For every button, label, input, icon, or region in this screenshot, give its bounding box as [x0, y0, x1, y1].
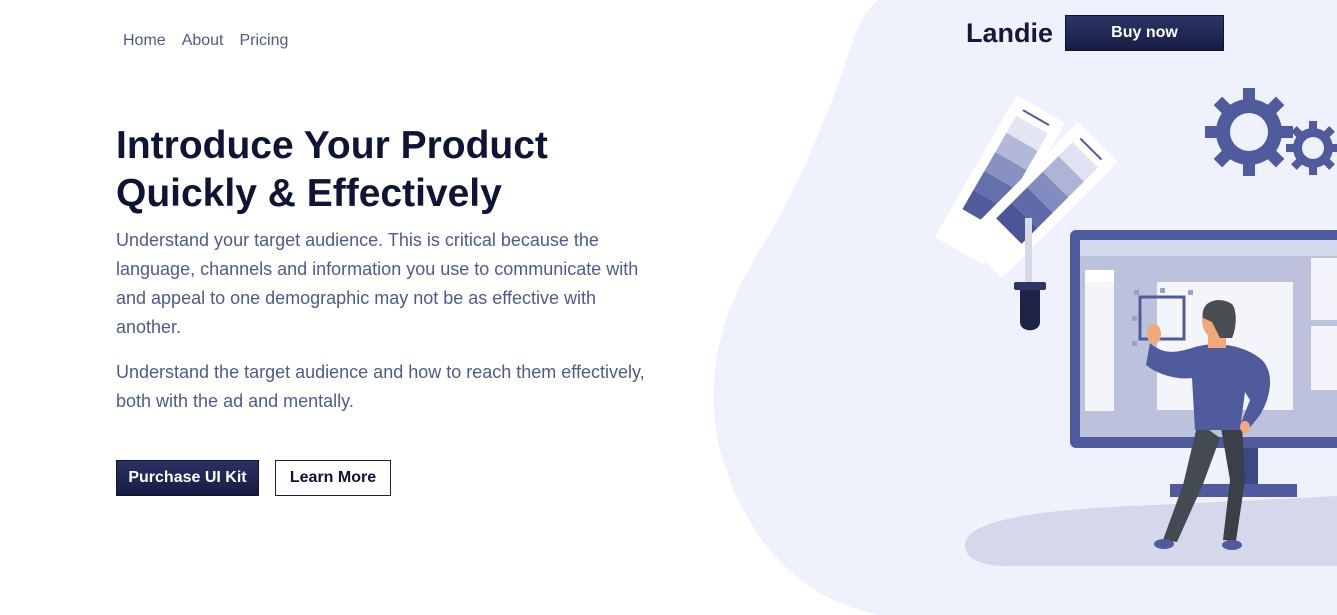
- nav-item-about[interactable]: About: [182, 32, 224, 50]
- nav-item-pricing[interactable]: Pricing: [240, 32, 289, 50]
- gear-icon: [1205, 88, 1337, 176]
- hero-title-line-1: Introduce Your Product: [116, 124, 548, 167]
- nav-item-home[interactable]: Home: [123, 32, 166, 50]
- purchase-ui-kit-button[interactable]: Purchase UI Kit: [116, 460, 259, 496]
- learn-more-button[interactable]: Learn More: [275, 460, 391, 496]
- hero-title-line-2: Quickly & Effectively: [116, 172, 502, 215]
- brand-logo[interactable]: Landie: [966, 18, 1053, 49]
- buy-now-button[interactable]: Buy now: [1065, 15, 1224, 51]
- top-nav: Home About Pricing: [123, 32, 304, 50]
- hero-paragraph-1: Understand your target audience. This is…: [116, 230, 639, 337]
- hero-section: Introduce Your Product Quickly & Effecti…: [116, 122, 676, 416]
- hero-title: Introduce Your Product Quickly & Effecti…: [116, 122, 676, 218]
- hero-paragraph-2: Understand the target audience and how t…: [116, 362, 645, 411]
